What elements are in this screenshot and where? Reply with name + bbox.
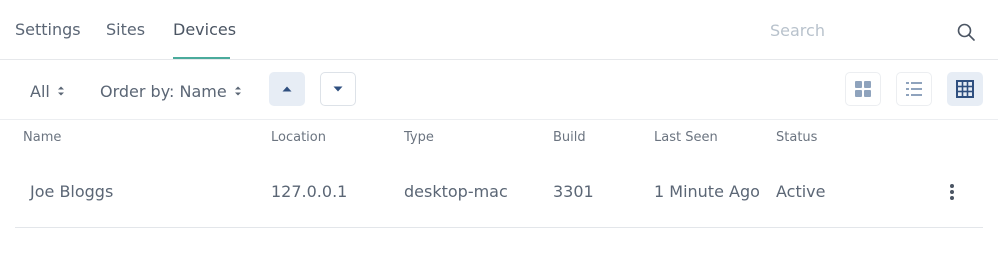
column-header-last-seen[interactable]: Last Seen bbox=[654, 130, 718, 146]
caret-up-icon bbox=[282, 86, 292, 92]
tab-sites[interactable]: Sites bbox=[106, 19, 145, 41]
column-header-location[interactable]: Location bbox=[271, 130, 326, 146]
row-actions-icon[interactable] bbox=[942, 180, 962, 204]
active-tab-indicator bbox=[173, 57, 230, 59]
tab-settings[interactable]: Settings bbox=[15, 19, 81, 41]
top-nav: Settings Sites Devices bbox=[0, 0, 998, 60]
table-grid-icon bbox=[956, 80, 974, 98]
list-icon bbox=[906, 82, 922, 96]
select-arrows-icon bbox=[57, 86, 64, 96]
toolbar: All Order by: Name bbox=[0, 60, 998, 120]
caret-down-icon bbox=[333, 86, 343, 92]
table-view-button[interactable] bbox=[947, 72, 983, 106]
filter-select-label: All bbox=[30, 81, 50, 101]
search-input[interactable] bbox=[770, 17, 940, 43]
column-header-name[interactable]: Name bbox=[23, 130, 61, 146]
filter-select[interactable]: All bbox=[30, 80, 65, 102]
cell-type: desktop-mac bbox=[404, 182, 508, 201]
cell-status: Active bbox=[776, 182, 826, 201]
order-by-select[interactable]: Order by: Name bbox=[100, 80, 242, 102]
column-header-build[interactable]: Build bbox=[553, 130, 586, 146]
grid-large-icon bbox=[855, 81, 871, 97]
cell-location: 127.0.0.1 bbox=[271, 182, 348, 201]
sort-descending-button[interactable] bbox=[320, 72, 356, 106]
select-arrows-icon bbox=[234, 86, 241, 96]
list-view-button[interactable] bbox=[896, 72, 932, 106]
sort-ascending-button[interactable] bbox=[269, 72, 305, 106]
column-header-type[interactable]: Type bbox=[404, 130, 434, 146]
card-view-button[interactable] bbox=[845, 72, 881, 106]
column-header-status[interactable]: Status bbox=[776, 130, 817, 146]
search-icon[interactable] bbox=[956, 22, 976, 42]
cell-last-seen: 1 Minute Ago bbox=[654, 182, 760, 201]
order-by-label: Order by: Name bbox=[100, 81, 227, 101]
cell-build: 3301 bbox=[553, 182, 594, 201]
cell-name: Joe Bloggs bbox=[30, 182, 114, 201]
tab-devices[interactable]: Devices bbox=[173, 19, 236, 41]
